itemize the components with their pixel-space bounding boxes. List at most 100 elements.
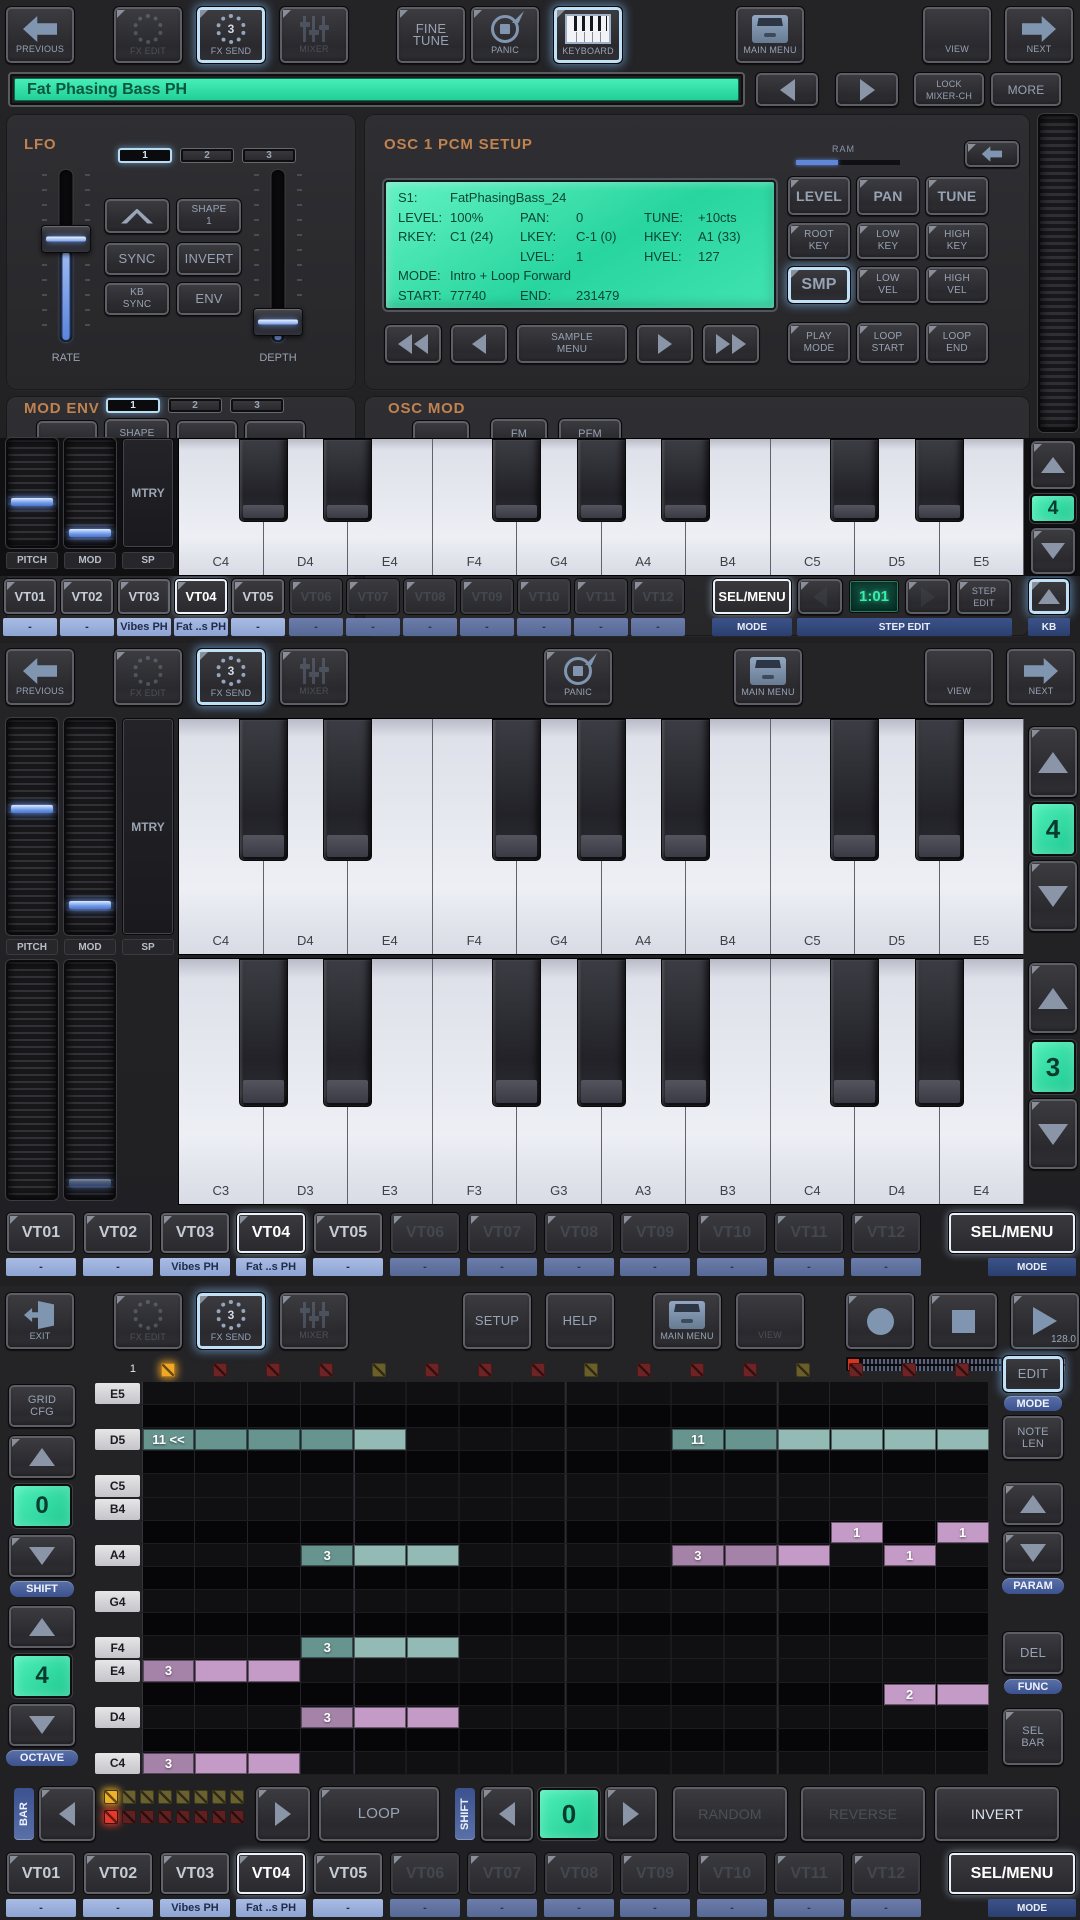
note-cell[interactable]	[937, 1429, 989, 1450]
track-button-vt04[interactable]: VT04	[236, 1852, 306, 1895]
lfo-kb-sync-button[interactable]: KBSYNC	[104, 282, 170, 316]
lfo-rate-fader[interactable]	[40, 166, 92, 346]
bar-prev-button[interactable]	[38, 1786, 96, 1842]
track-button-vt12[interactable]: VT12	[851, 1212, 921, 1254]
bar-select-icon[interactable]	[122, 1790, 136, 1804]
bar-select-icon[interactable]	[104, 1790, 118, 1804]
track-button-vt09[interactable]: VT09	[460, 578, 514, 615]
step-marker-icon[interactable]	[849, 1363, 863, 1377]
track-sub-label[interactable]: -	[390, 1258, 460, 1276]
osc-param-level-button[interactable]: LEVEL	[787, 176, 851, 216]
lfo-depth-fader[interactable]	[252, 166, 304, 346]
track-button-vt06[interactable]: VT06	[390, 1852, 460, 1895]
track-sub-label[interactable]: -	[467, 1899, 537, 1917]
track-button-vt03[interactable]: VT03	[117, 578, 171, 615]
note-cell[interactable]: 1	[831, 1522, 883, 1543]
track-button-vt02[interactable]: VT02	[83, 1212, 153, 1254]
step-marker-icon[interactable]	[743, 1363, 757, 1377]
black-key[interactable]	[492, 719, 541, 861]
track-sub-label[interactable]: -	[289, 618, 343, 636]
fine-tune-button[interactable]: FINETUNE	[396, 6, 466, 64]
sample-prev-button[interactable]	[450, 324, 508, 364]
note-cell[interactable]	[778, 1429, 830, 1450]
mod-wheel[interactable]	[64, 718, 116, 935]
grid-row[interactable]	[142, 1405, 989, 1428]
black-key[interactable]	[830, 439, 879, 522]
black-key[interactable]	[577, 439, 626, 522]
black-key[interactable]	[830, 959, 879, 1107]
bar-select-icon[interactable]	[158, 1790, 172, 1804]
note-cell[interactable]: 1	[884, 1545, 936, 1566]
osc-param-loop-start-button[interactable]: LOOPSTART	[856, 322, 920, 364]
sample-rewind-button[interactable]	[384, 324, 442, 364]
panic-button[interactable]: PANIC	[543, 648, 613, 706]
bar-select-icon[interactable]	[230, 1790, 244, 1804]
note-cell[interactable]	[407, 1545, 459, 1566]
reverse-button[interactable]: REVERSE	[800, 1786, 926, 1842]
step-marker-icon[interactable]	[955, 1363, 969, 1377]
step-prev-button[interactable]	[797, 578, 843, 615]
osc-param-loop-end-button[interactable]: LOOPEND	[925, 322, 989, 364]
bar-select-icon[interactable]	[212, 1790, 226, 1804]
bar-select-icon[interactable]	[140, 1810, 154, 1824]
track-button-vt04[interactable]: VT04	[174, 578, 228, 615]
view-button[interactable]: VIEW	[924, 648, 994, 706]
track-sub-label[interactable]: Vibes PH	[160, 1258, 230, 1276]
track-button-vt03[interactable]: VT03	[160, 1852, 230, 1895]
fx-send-button[interactable]: 3FX SEND	[196, 1292, 266, 1350]
fx-send-button[interactable]: 3FX SEND	[196, 6, 266, 64]
next-button[interactable]: NEXT	[1006, 648, 1076, 706]
octave-down-button[interactable]	[8, 1703, 76, 1747]
note-len-button[interactable]: NOTELEN	[1002, 1415, 1064, 1460]
octave-down-button[interactable]	[1028, 860, 1078, 932]
main-menu-button[interactable]: MAIN MENU	[733, 648, 803, 706]
bar-select-icon[interactable]	[104, 1810, 118, 1824]
track-button-vt10[interactable]: VT10	[697, 1212, 767, 1254]
bar-next-button[interactable]	[255, 1786, 311, 1842]
note-cell[interactable]	[354, 1637, 406, 1658]
step-next-button[interactable]	[905, 578, 951, 615]
black-key[interactable]	[239, 439, 288, 522]
black-key[interactable]	[915, 439, 964, 522]
osc-param-play-mode-button[interactable]: PLAYMODE	[787, 322, 851, 364]
black-key[interactable]	[323, 719, 372, 861]
more-button[interactable]: MORE	[990, 72, 1062, 107]
track-button-vt06[interactable]: VT06	[289, 578, 343, 615]
mixer-button[interactable]: MIXER	[279, 6, 349, 64]
panic-button[interactable]: PANIC	[470, 6, 540, 64]
track-sub-label[interactable]: -	[460, 618, 514, 636]
loop-button[interactable]: LOOP	[318, 1786, 440, 1842]
previous-button[interactable]: PREVIOUS	[5, 648, 75, 706]
step-marker-icon[interactable]	[266, 1363, 280, 1377]
track-button-vt04[interactable]: VT04	[236, 1212, 306, 1254]
track-sub-label[interactable]: -	[774, 1899, 844, 1917]
octave-down-button[interactable]	[1030, 527, 1076, 575]
track-button-vt09[interactable]: VT09	[620, 1852, 690, 1895]
track-button-vt10[interactable]: VT10	[517, 578, 571, 615]
track-sub-label[interactable]: -	[231, 618, 285, 636]
octave-up-button[interactable]	[1028, 726, 1078, 798]
fader-handle[interactable]	[41, 225, 91, 253]
lfo-tab-2[interactable]: 2	[180, 148, 234, 163]
step-edit-button[interactable]: STEPEDIT	[956, 578, 1012, 615]
sample-menu-button[interactable]: SAMPLEMENU	[516, 324, 628, 364]
mod-wheel[interactable]	[64, 438, 116, 548]
grid-row-a4[interactable]	[142, 1544, 989, 1567]
track-sub-label[interactable]: Fat ..s PH	[174, 618, 228, 636]
track-button-vt05[interactable]: VT05	[313, 1212, 383, 1254]
track-sub-label[interactable]: -	[403, 618, 457, 636]
track-sub-label[interactable]: -	[346, 618, 400, 636]
grid-row-d4[interactable]	[142, 1706, 989, 1729]
black-key[interactable]	[323, 959, 372, 1107]
osc-param-high-vel-button[interactable]: HIGHVEL	[925, 266, 989, 304]
exit-button[interactable]: EXIT	[5, 1292, 75, 1350]
track-button-vt01[interactable]: VT01	[6, 1852, 76, 1895]
view-button[interactable]: VIEW	[735, 1292, 805, 1350]
fx-send-button[interactable]: 3FX SEND	[196, 648, 266, 706]
grid-row[interactable]	[142, 1567, 989, 1590]
track-sub-label[interactable]: -	[517, 618, 571, 636]
osc-param-high-key-button[interactable]: HIGHKEY	[925, 222, 989, 260]
grid-row-f4[interactable]	[142, 1636, 989, 1659]
track-sub-label[interactable]: -	[390, 1899, 460, 1917]
track-button-vt07[interactable]: VT07	[467, 1852, 537, 1895]
